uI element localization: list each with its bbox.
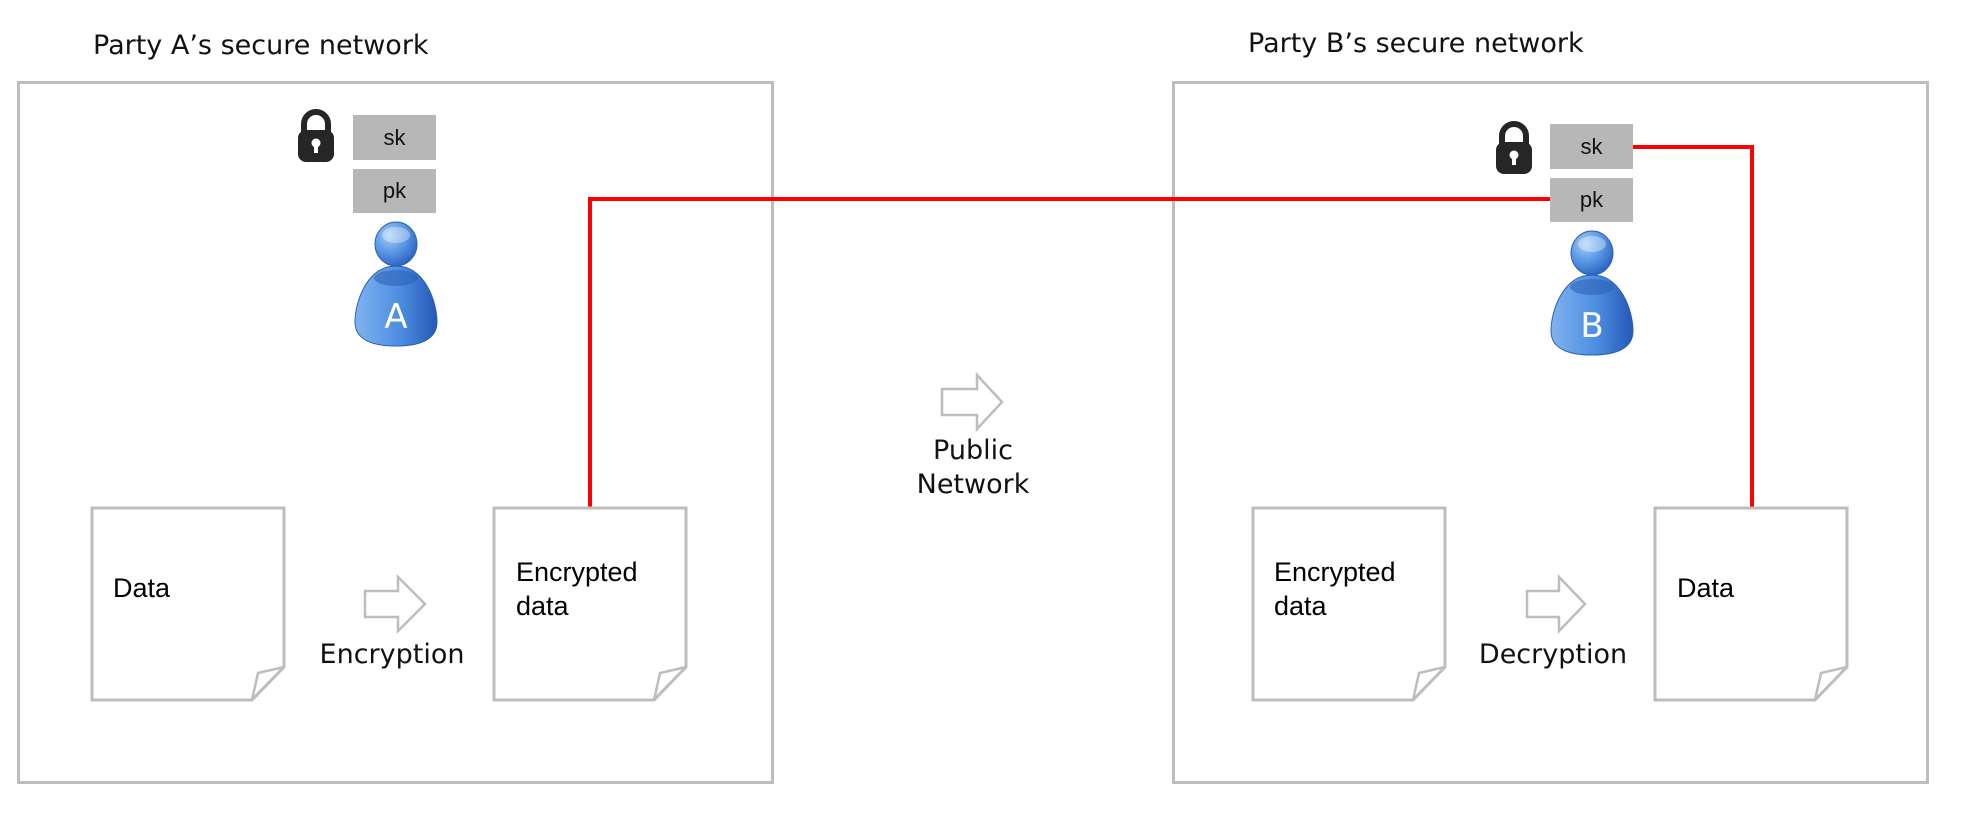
public-network-arrow-icon	[940, 371, 1004, 433]
public-network-label-line1: Public	[933, 435, 1013, 466]
doc-label-line2: data	[516, 591, 569, 621]
doc-label: Data	[113, 573, 171, 603]
party-a-data-doc: Data	[113, 571, 170, 605]
decryption-label: Decryption	[1478, 639, 1628, 670]
doc-label-line1: Encrypted	[1274, 557, 1396, 587]
party-b-encrypted-doc: Encrypted data	[1274, 555, 1396, 623]
encryption-label: Encryption	[319, 639, 465, 670]
doc-label-line1: Encrypted	[516, 557, 638, 587]
party-a-encrypted-doc: Encrypted data	[516, 555, 638, 623]
documents-layer	[90, 371, 1849, 702]
public-network-label-line2: Network	[916, 469, 1030, 500]
party-b-data-doc: Data	[1677, 571, 1734, 605]
doc-label: Data	[1677, 573, 1735, 603]
encryption-arrow-icon	[363, 573, 427, 635]
doc-label-line2: data	[1274, 591, 1327, 621]
public-network-label: Public Network	[873, 434, 1073, 502]
decryption-arrow-icon	[1525, 573, 1587, 635]
